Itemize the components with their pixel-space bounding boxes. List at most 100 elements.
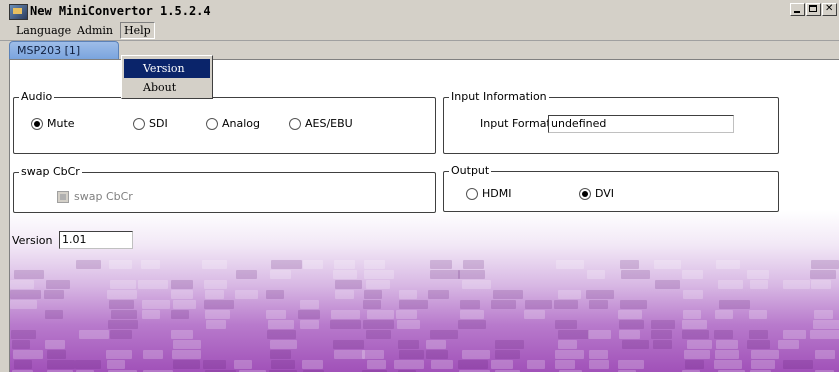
maximize-button[interactable] [806, 3, 821, 16]
background-tile [715, 350, 739, 359]
audio-analog-radio[interactable]: Analog [206, 117, 260, 131]
background-tile [683, 310, 701, 319]
output-dvi-label: DVI [595, 187, 615, 200]
background-tile [749, 330, 768, 339]
background-tile [810, 270, 836, 279]
radio-icon [133, 118, 145, 130]
background-tile [11, 330, 36, 339]
background-tile [142, 310, 160, 319]
menu-language[interactable]: Language [13, 23, 74, 38]
title-bar[interactable]: New MiniConvertor 1.5.2.4 [0, 0, 839, 21]
radio-icon [466, 188, 478, 200]
background-tile [271, 260, 302, 269]
window-title: New MiniConvertor 1.5.2.4 [30, 4, 211, 18]
background-tile [589, 360, 609, 369]
background-tile [173, 340, 201, 349]
background-tile [653, 340, 672, 349]
background-tile [621, 270, 650, 279]
background-tile [783, 280, 810, 289]
background-tile [426, 350, 448, 359]
audio-mute-radio[interactable]: Mute [31, 117, 75, 131]
background-tile [335, 280, 362, 289]
background-tile [556, 260, 584, 269]
input-info-title: Input Information [449, 90, 549, 104]
background-tile [271, 360, 295, 369]
background-tile [298, 310, 320, 319]
close-button[interactable] [822, 3, 837, 16]
background-tile [813, 320, 839, 329]
background-tile [171, 280, 193, 289]
background-tile [618, 310, 642, 319]
menu-item-about[interactable]: About [124, 78, 210, 97]
background-tile [204, 280, 227, 289]
background-tile [268, 320, 294, 329]
menu-admin[interactable]: Admin [74, 23, 116, 38]
background-tile [363, 320, 394, 329]
background-tile [13, 350, 43, 359]
background-tile [205, 310, 230, 319]
background-tile [111, 310, 137, 319]
background-tile [558, 340, 577, 349]
background-tile [491, 360, 513, 369]
background-tile [555, 360, 575, 369]
background-tile [619, 320, 644, 329]
background-tile [618, 360, 644, 369]
background-tile [47, 350, 66, 359]
background-tile [333, 340, 364, 349]
background-tile [654, 260, 681, 269]
audio-aesebu-radio[interactable]: AES/EBU [289, 117, 353, 131]
background-tile [107, 360, 125, 369]
background-tile [141, 260, 160, 269]
background-tile [266, 290, 284, 299]
background-tile [430, 260, 452, 269]
background-tile [79, 330, 109, 339]
output-hdmi-radio[interactable]: HDMI [466, 187, 511, 201]
background-tile [683, 290, 703, 299]
radio-selected-icon [579, 188, 591, 200]
background-tile [815, 350, 835, 359]
background-tile [527, 360, 545, 369]
background-tile [366, 280, 390, 289]
background-tile [751, 360, 775, 369]
menu-help[interactable]: Help [120, 22, 155, 39]
background-tile [714, 360, 742, 369]
menu-item-version[interactable]: Version [124, 59, 210, 78]
radio-icon [289, 118, 301, 130]
background-tile [138, 280, 168, 289]
tab-msp203[interactable]: MSP203 [1] [9, 41, 119, 59]
background-tile [302, 360, 323, 369]
output-group: Output HDMI DVI [443, 164, 779, 212]
background-tile [143, 350, 163, 359]
background-tile [333, 270, 357, 279]
radio-icon [206, 118, 218, 130]
input-format-label: Input Format [480, 117, 551, 130]
minimize-button[interactable] [790, 3, 805, 16]
background-tile [270, 270, 291, 279]
background-tile [75, 360, 101, 369]
background-tile [364, 270, 394, 279]
output-dvi-radio[interactable]: DVI [579, 187, 614, 201]
swap-group-title: swap CbCr [19, 165, 82, 179]
app-icon[interactable] [9, 4, 28, 20]
background-tile [109, 260, 132, 269]
background-tile [173, 360, 200, 369]
background-tile [747, 340, 770, 349]
background-tile [44, 290, 64, 299]
background-tile [234, 360, 252, 369]
background-tile [428, 290, 449, 299]
version-field[interactable]: 1.01 [59, 231, 133, 249]
background-tile [330, 320, 361, 329]
background-tile [554, 300, 578, 309]
background-tile [810, 330, 839, 339]
background-tile [172, 350, 201, 359]
help-dropdown: Version About [121, 55, 213, 99]
background-tile [525, 300, 552, 309]
swap-cbcr-checkbox[interactable]: swap CbCr [57, 190, 133, 204]
background-tile [685, 360, 704, 369]
background-tile [687, 340, 712, 349]
background-tile [655, 280, 680, 289]
input-format-field[interactable]: undefined [548, 115, 734, 133]
audio-sdi-radio[interactable]: SDI [133, 117, 168, 131]
background-tile [783, 360, 813, 369]
background-tile [106, 350, 132, 359]
